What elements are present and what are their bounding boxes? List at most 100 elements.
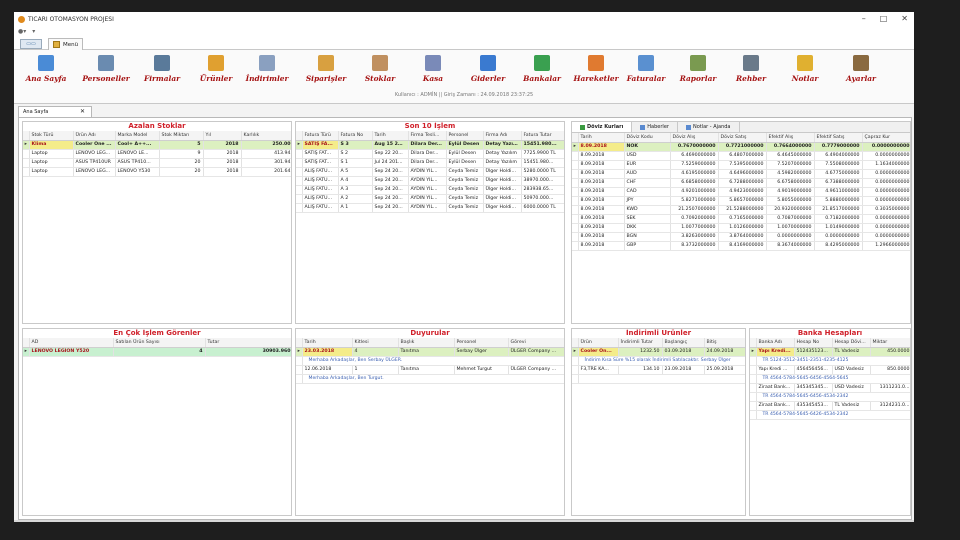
column-header[interactable]: Fatura Tutar <box>521 131 564 141</box>
table-row[interactable]: ▸ Klima Cooler One ... Cool+ A++... 5 2018 250… <box>23 140 291 150</box>
table-row[interactable]: ▸ LENOVO LEGION Y520 4 30903.960 <box>23 347 291 357</box>
column-header[interactable]: AD <box>29 338 114 348</box>
table-row[interactable]: ALIŞ FATU... A 2 Sep 24 20... AYDIN YIL... C… <box>296 194 564 204</box>
column-header[interactable]: Başlık <box>398 338 455 348</box>
column-header[interactable]: Kitlesi <box>352 338 399 348</box>
ribbon-button[interactable]: İndirimler <box>237 53 297 91</box>
ribbon-button[interactable]: Notlar <box>775 53 835 91</box>
column-header[interactable]: Döviz Kodu <box>624 133 671 143</box>
column-header[interactable]: Marka Model <box>115 131 160 141</box>
tab-doviz-kurlari[interactable]: Döviz Kurları <box>572 122 633 132</box>
column-header[interactable]: Çapraz Kur <box>862 133 910 143</box>
app-menu-icon[interactable]: ●▾ <box>18 28 26 35</box>
tab-ana-sayfa[interactable]: Ana Sayfa ✕ <box>18 106 92 117</box>
table-row[interactable]: F3,TRE KA... 134.10 23.09.2018 25.09.2018 <box>572 365 745 375</box>
table-row[interactable]: 8.09.2018 CAD 4.9201000000 4.9423000000 4.90… <box>572 187 910 197</box>
column-header[interactable]: Ürün <box>578 338 619 348</box>
ribbon-button[interactable]: Personeller <box>76 53 136 91</box>
ribbon-button[interactable]: Raporlar <box>668 53 728 91</box>
table-row[interactable]: ▸ 23.03.2018 4 Tanıtma Serbay Ülger ÜLGER Com… <box>296 347 564 357</box>
ribbon-button[interactable]: Firmalar <box>132 53 192 91</box>
column-header[interactable]: Firma Adı <box>483 131 522 141</box>
table-row[interactable]: 8.09.2018 CHF 6.6858000000 6.7288000000 6.67… <box>572 178 910 188</box>
table-row[interactable]: 8.09.2018 KWD 21.2507000000 21.5288000000 20… <box>572 205 910 215</box>
column-header[interactable]: Banka Adı <box>756 338 795 348</box>
column-header[interactable]: Bitiş <box>704 338 745 348</box>
column-header[interactable]: Stok Türü <box>29 131 74 141</box>
ribbon-button[interactable]: Rehber <box>721 53 781 91</box>
table-cell: Aug 15 20... <box>372 140 409 150</box>
table-cell: Yapı Kredi ... <box>756 365 795 375</box>
tab-haberler[interactable]: Haberler <box>632 122 678 132</box>
table-row[interactable]: 8.09.2018 USD 6.4690000000 6.4807000000 6.46… <box>572 151 910 161</box>
table-row[interactable]: SATIŞ FAT... S 1 Jul 24 201... Dilara Der..… <box>296 158 564 168</box>
ribbon-button[interactable]: Faturalar <box>616 53 676 91</box>
column-header[interactable]: Tarih <box>372 131 409 141</box>
ribbon-button[interactable]: Kasa <box>403 53 463 91</box>
table-row[interactable]: Laptop LENOVO LEG... LENOVO LE... 9 2018 413.… <box>23 149 291 159</box>
column-header[interactable]: Fatura No <box>338 131 373 141</box>
column-header[interactable]: Döviz Alış <box>670 133 719 143</box>
column-header[interactable]: Görevi <box>508 338 564 348</box>
column-header[interactable]: Hesap No <box>794 338 833 348</box>
table-row[interactable]: ▸ SATIŞ FA... S 3 Aug 15 20... Dilara Der...… <box>296 140 564 150</box>
column-header[interactable]: Fatura Türü <box>302 131 339 141</box>
table-row[interactable]: ▸ Yapı Kredi... 512435123... TL Vadesiz 450.… <box>750 347 910 357</box>
column-header[interactable]: Başlangıç <box>662 338 705 348</box>
table-cell: 1.0126000000 <box>718 223 767 233</box>
column-header[interactable]: Karlılık <box>241 131 291 141</box>
table-row[interactable]: ALIŞ FATU... A 3 Sep 24 20... AYDIN YIL... C… <box>296 185 564 195</box>
ribbon-button[interactable]: Siparişler <box>296 53 356 91</box>
tab-menu[interactable]: Menü <box>48 38 84 50</box>
column-header[interactable]: Yıl <box>203 131 242 141</box>
minimize-icon[interactable]: – <box>862 14 866 23</box>
column-header[interactable]: Tutar <box>205 338 291 348</box>
table-row[interactable]: Yapı Kredi ... 456456456... USD Vadesiz 850… <box>750 365 910 375</box>
table-row[interactable]: Ziraat Bank... 345345345... USD Vadesiz 131… <box>750 383 910 393</box>
column-header[interactable]: Satılan Ürün Sayısı <box>113 338 206 348</box>
column-header[interactable]: Personel <box>446 131 484 141</box>
ribbon-button[interactable]: Stoklar <box>350 53 410 91</box>
column-header[interactable]: Miktar <box>870 338 910 348</box>
column-header[interactable]: Efektif Alış <box>766 133 815 143</box>
table-row[interactable]: 8.09.2018 SEK 0.7092000000 0.7165000000 0.70… <box>572 214 910 224</box>
dashboard: Azalan Stoklar Stok Türü Ürün Adı Marka Mo… <box>18 117 912 520</box>
column-header[interactable]: Firma Tesli... <box>408 131 447 141</box>
table-row[interactable]: SATIŞ FAT... S 2 Sep 22 20... Dilara Der...… <box>296 149 564 159</box>
table-cell: 1311231.0... <box>870 383 910 393</box>
column-header[interactable]: Hesap Dövi... <box>832 338 871 348</box>
ribbon-button[interactable]: Giderler <box>458 53 518 91</box>
qat-dropdown-icon[interactable]: ▾ <box>32 28 35 35</box>
table-row[interactable]: Ziraat Bank... 435345453... TL Vadesiz 3124… <box>750 401 910 411</box>
ribbon-button[interactable]: Ayarlar <box>831 53 891 91</box>
column-header[interactable]: Döviz Satış <box>718 133 767 143</box>
table-row[interactable]: 8.09.2018 AUD 4.6195000000 4.6496000000 4.59… <box>572 169 910 179</box>
table-row[interactable]: 8.09.2018 GBP 8.3732000000 8.4169000000 8.36… <box>572 241 910 251</box>
table-row[interactable]: ▸ 8.09.2018 NOK 0.7670000000 0.7721000000 0.7… <box>572 142 910 152</box>
ribbon-button[interactable]: Ana Sayfa <box>16 53 76 91</box>
close-icon[interactable]: ✕ <box>901 14 908 23</box>
column-header[interactable]: İndirimli Tutar <box>618 338 663 348</box>
ribbon-button[interactable]: Bankalar <box>512 53 572 91</box>
column-header[interactable]: Ürün Adı <box>73 131 116 141</box>
column-header[interactable]: Tarih <box>578 133 625 143</box>
table-row[interactable]: 8.09.2018 BGN 3.8263000000 3.8764000000 0.00… <box>572 232 910 242</box>
table-row[interactable]: Laptop ASUS TP410UR ASUS TP410... 20 2018 301… <box>23 158 291 168</box>
table-row[interactable]: Laptop LENOVO LEG... LENOVO Y530 20 2018 201.… <box>23 167 291 177</box>
table-row[interactable]: 8.09.2018 JPY 5.8271000000 5.8657000000 5.80… <box>572 196 910 206</box>
maximize-icon[interactable]: □ <box>880 14 888 23</box>
table-row[interactable]: ALIŞ FATU... A 4 Sep 24 20... AYDIN YIL... C… <box>296 176 564 186</box>
column-header[interactable]: Personel <box>454 338 509 348</box>
close-tab-icon[interactable]: ✕ <box>80 108 85 115</box>
column-header[interactable]: Tarih <box>302 338 353 348</box>
table-row[interactable]: 8.09.2018 DKK 1.0077000000 1.0126000000 1.00… <box>572 223 910 233</box>
table-row[interactable]: ▸ Cooler On... 1232.50 03.09.2018 24.09.2018 <box>572 347 745 357</box>
column-header[interactable]: Stok Miktarı <box>159 131 204 141</box>
table-row[interactable]: 8.09.2018 EUR 7.5259000000 7.5395000000 7.52… <box>572 160 910 170</box>
table-row[interactable]: ALIŞ FATU... A 1 Sep 24 20... AYDIN YIL... C… <box>296 203 564 213</box>
table-row[interactable]: ALIŞ FATU... A 5 Sep 24 20... AYDIN YIL... C… <box>296 167 564 177</box>
file-tab[interactable]: ▭▭ <box>20 39 42 49</box>
column-header[interactable]: Efektif Satış <box>814 133 863 143</box>
tab-notlar-ajanda[interactable]: Notlar - Ajanda <box>678 122 740 132</box>
table-row[interactable]: 12.06.2018 1 Tanıtma Mehmet Turgut ÜLGER Com… <box>296 365 564 375</box>
